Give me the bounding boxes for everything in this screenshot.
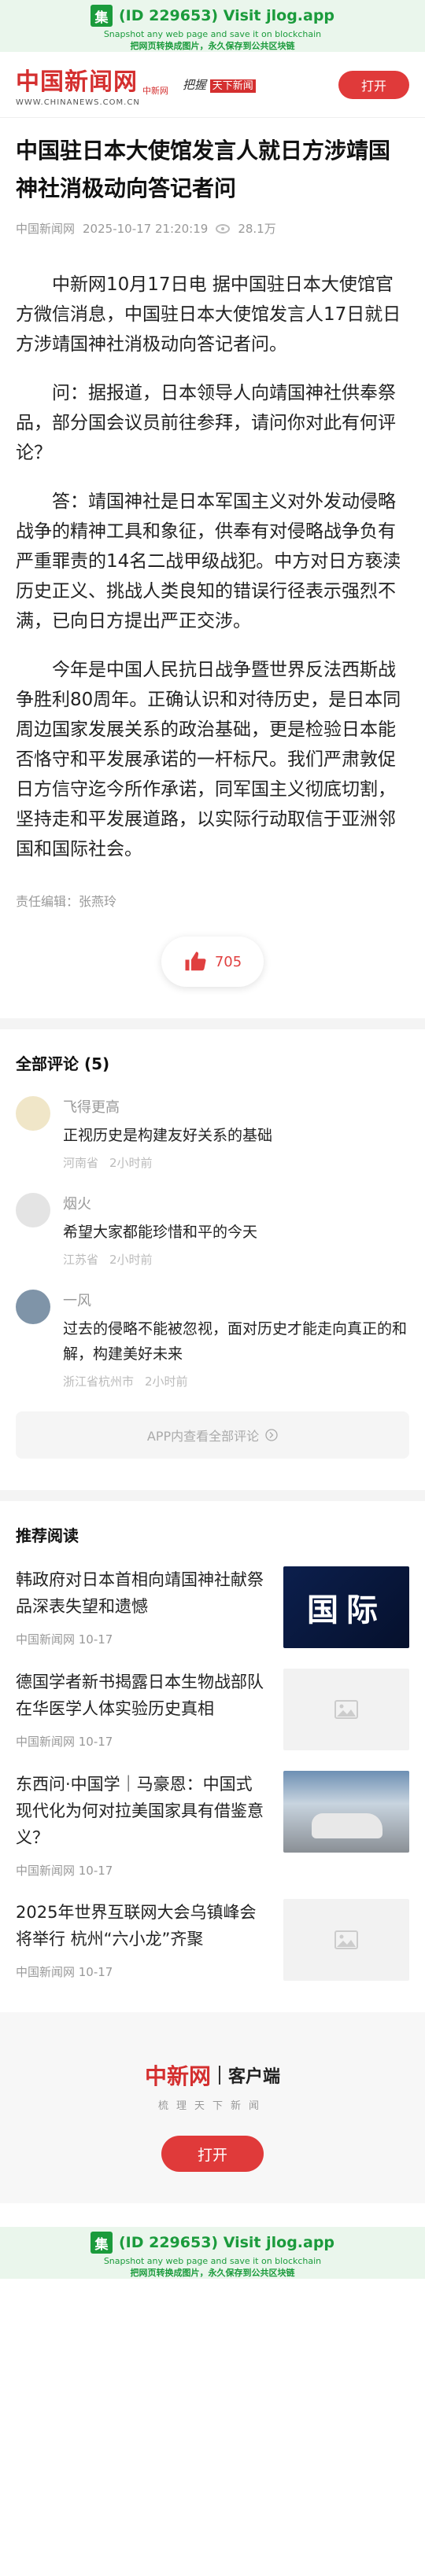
open-app-button[interactable]: 打开 xyxy=(338,70,409,99)
car-illustration xyxy=(312,1813,382,1838)
avatar xyxy=(16,1193,50,1227)
recommend-item-title: 东西问·中国学｜马豪恩：中国式现代化为何对拉美国家具有借鉴意义？ xyxy=(16,1775,264,1847)
article-paragraph: 答：靖国神社是日本军国主义对外发动侵略战争的精神工具和象征，供奉有对侵略战争负有… xyxy=(16,491,401,631)
site-logo[interactable]: 中国新闻网 中新网 WWW.CHINANEWS.COM.CN xyxy=(16,62,168,107)
jlog-logo-icon: 集 xyxy=(90,5,113,27)
eye-icon xyxy=(216,223,231,234)
article-editor: 责任编辑：张燕玲 xyxy=(16,894,117,909)
comment-item: 一风 过去的侵略不能被忽视，面对历史才能走向真正的和解，构建美好未来 浙江省杭州… xyxy=(16,1290,409,1389)
comment-text: 正视历史是构建友好关系的基础 xyxy=(63,1127,273,1144)
app-promo-footer: 中新网 客户端 梳理天下新闻 打开 xyxy=(0,2012,425,2203)
recommend-item-title: 德国学者新书揭露日本生物战部队在华医学人体实验历史真相 xyxy=(16,1673,264,1718)
recommend-item[interactable]: 德国学者新书揭露日本生物战部队在华医学人体实验历史真相 中国新闻网 10-17 xyxy=(16,1669,409,1750)
banner-subtitle-en: Snapshot any web page and save it on blo… xyxy=(103,29,322,39)
article-paragraph: 问：据报道，日本领导人向靖国神社供奉祭品，部分国会议员前往参拜，请问你对此有何评… xyxy=(16,383,396,463)
section-divider xyxy=(0,1490,425,1501)
recommend-section: 推荐阅读 韩政府对日本首相向靖国神社献祭品深表失望和遗憾 中国新闻网 10-17… xyxy=(0,1523,425,1981)
banner-title-row: 集 (ID 229653) Visit jlog.app xyxy=(0,5,425,27)
footer-brand: 中新网 客户端 xyxy=(0,2059,425,2091)
like-count: 705 xyxy=(214,953,242,970)
view-all-comments-label: APP内查看全部评论 xyxy=(146,1429,260,1444)
recommend-thumbnail: 国际 xyxy=(283,1566,409,1648)
comment-text: 过去的侵略不能被忽视，面对历史才能走向真正的和解，构建美好未来 xyxy=(63,1320,408,1363)
jlog-banner-top[interactable]: 集 (ID 229653) Visit jlog.app Snapshot an… xyxy=(0,0,425,52)
recommend-item-meta: 中国新闻网 10-17 xyxy=(16,1864,113,1878)
comment-location: 江苏省 xyxy=(63,1253,99,1267)
comment-item: 飞得更高 正视历史是构建友好关系的基础 河南省 2小时前 xyxy=(16,1096,409,1171)
comment-author: 飞得更高 xyxy=(63,1099,120,1116)
footer-client-label: 客户端 xyxy=(228,2067,281,2087)
article-meta: 中国新闻网 2025-10-17 21:20:19 28.1万 xyxy=(16,220,409,237)
comment-author: 烟火 xyxy=(63,1196,91,1213)
recommend-item[interactable]: 东西问·中国学｜马豪恩：中国式现代化为何对拉美国家具有借鉴意义？ 中国新闻网 1… xyxy=(16,1771,409,1879)
comment-time: 2小时前 xyxy=(109,1253,153,1267)
comment-text: 希望大家都能珍惜和平的今天 xyxy=(63,1224,258,1241)
comments-section: 全部评论 (5) 飞得更高 正视历史是构建友好关系的基础 河南省 2小时前 烟火 … xyxy=(0,1051,425,1459)
article-title: 中国驻日本大使馆发言人就日方涉靖国神社消极动向答记者问 xyxy=(16,138,391,201)
image-placeholder-icon xyxy=(283,1899,409,1981)
section-divider xyxy=(0,1018,425,1029)
jlog-logo-icon: 集 xyxy=(90,2232,113,2254)
recommend-item-title: 2025年世界互联网大会乌镇峰会将举行 杭州“六小龙”齐聚 xyxy=(16,1903,257,1949)
avatar xyxy=(16,1096,50,1131)
brand-sub: 中新网 xyxy=(142,86,168,96)
banner-subtitle-cn: 把网页转换成图片，永久保存到公共区块链 xyxy=(130,2268,295,2278)
comment-author: 一风 xyxy=(63,1293,91,1309)
comment-location: 河南省 xyxy=(63,1156,99,1170)
arrow-right-circle-icon xyxy=(265,1429,278,1441)
comment-time: 2小时前 xyxy=(109,1156,153,1170)
avatar xyxy=(16,1290,50,1324)
brand-name: 中国新闻网 xyxy=(16,68,138,96)
article: 中国驻日本大使馆发言人就日方涉靖国神社消极动向答记者问 中国新闻网 2025-1… xyxy=(0,132,425,987)
slogan-a: 把握 xyxy=(183,78,207,92)
like-button[interactable]: 705 xyxy=(161,937,264,987)
footer-brand-name: 中新网 xyxy=(144,2063,211,2089)
slogan: 把握 天下新闻 xyxy=(183,76,256,93)
brand-url: WWW.CHINANEWS.COM.CN xyxy=(16,98,140,107)
article-paragraph: 今年是中国人民抗日战争暨世界反法西斯战争胜利80周年。正确认识和对待历史，是日本… xyxy=(16,660,401,859)
thumbs-up-icon xyxy=(185,951,206,971)
jlog-banner-bottom[interactable]: 集 (ID 229653) Visit jlog.app Snapshot an… xyxy=(0,2227,425,2279)
banner-title: (ID 229653) Visit jlog.app xyxy=(118,7,335,24)
footer-divider xyxy=(219,2066,220,2085)
banner-subtitle-cn: 把网页转换成图片，永久保存到公共区块链 xyxy=(130,41,295,51)
comment-location: 浙江省杭州市 xyxy=(63,1374,135,1389)
footer-open-app-button[interactable]: 打开 xyxy=(161,2136,264,2172)
recommend-thumbnail xyxy=(283,1771,409,1853)
comment-time: 2小时前 xyxy=(145,1374,188,1389)
article-views: 28.1万 xyxy=(238,222,276,236)
recommend-item[interactable]: 韩政府对日本首相向靖国神社献祭品深表失望和遗憾 中国新闻网 10-17 国际 xyxy=(16,1566,409,1648)
banner-title-row: 集 (ID 229653) Visit jlog.app xyxy=(0,2232,425,2254)
banner-subtitle-en: Snapshot any web page and save it on blo… xyxy=(103,2256,322,2266)
comment-item: 烟火 希望大家都能珍惜和平的今天 江苏省 2小时前 xyxy=(16,1193,409,1268)
recommend-item-title: 韩政府对日本首相向靖国神社献祭品深表失望和遗憾 xyxy=(16,1570,264,1616)
site-header: 中国新闻网 中新网 WWW.CHINANEWS.COM.CN 把握 天下新闻 打… xyxy=(0,52,425,118)
slogan-b: 天下新闻 xyxy=(209,79,256,93)
comments-title: 全部评论 (5) xyxy=(16,1054,110,1073)
footer-tagline: 梳理天下新闻 xyxy=(157,2100,267,2112)
image-placeholder-icon xyxy=(283,1669,409,1750)
article-source: 中国新闻网 xyxy=(16,222,76,236)
banner-title: (ID 229653) Visit jlog.app xyxy=(118,2234,335,2251)
recommend-item-meta: 中国新闻网 10-17 xyxy=(16,1735,113,1749)
view-all-comments-button[interactable]: APP内查看全部评论 xyxy=(16,1411,409,1459)
article-paragraph: 中新网10月17日电 据中国驻日本大使馆官方微信消息，中国驻日本大使馆发言人17… xyxy=(16,274,401,355)
article-datetime: 2025-10-17 21:20:19 xyxy=(83,221,209,236)
recommend-item-meta: 中国新闻网 10-17 xyxy=(16,1965,113,1979)
recommend-title: 推荐阅读 xyxy=(16,1526,79,1545)
recommend-item[interactable]: 2025年世界互联网大会乌镇峰会将举行 杭州“六小龙”齐聚 中国新闻网 10-1… xyxy=(16,1899,409,1981)
recommend-item-meta: 中国新闻网 10-17 xyxy=(16,1632,113,1647)
